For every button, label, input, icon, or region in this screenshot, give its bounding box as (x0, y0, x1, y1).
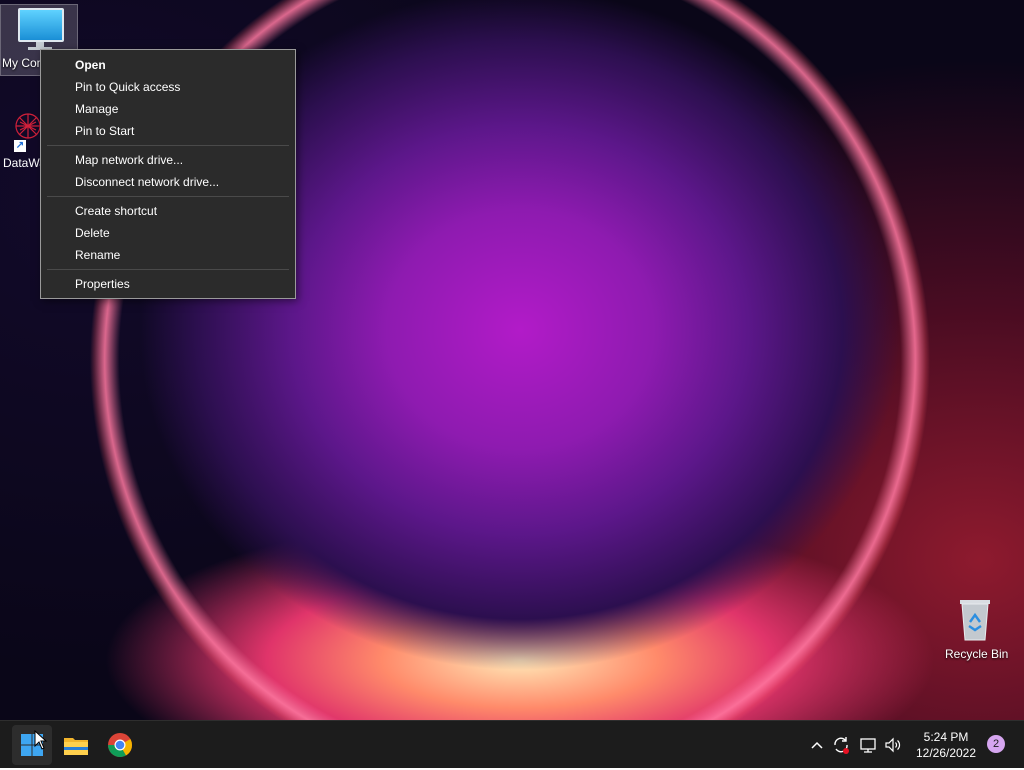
menu-item-pin-to-start[interactable]: Pin to Start (41, 120, 295, 142)
menu-separator (47, 269, 289, 270)
shortcut-arrow-icon: ↗ (14, 140, 26, 152)
folder-icon (64, 738, 88, 755)
clock[interactable]: 5:24 PM 12/26/2022 (908, 729, 984, 761)
sync-icon[interactable] (830, 734, 852, 756)
menu-item-disconnect-network-drive[interactable]: Disconnect network drive... (41, 171, 295, 193)
context-menu: Open Pin to Quick access Manage Pin to S… (40, 49, 296, 299)
taskbar: 5:24 PM 12/26/2022 2 (0, 720, 1024, 768)
chrome-button[interactable] (100, 725, 140, 765)
notification-badge[interactable]: 2 (987, 735, 1005, 753)
menu-item-manage[interactable]: Manage (41, 98, 295, 120)
menu-item-properties[interactable]: Properties (41, 273, 295, 295)
menu-item-open[interactable]: Open (41, 54, 295, 76)
menu-separator (47, 145, 289, 146)
menu-item-map-network-drive[interactable]: Map network drive... (41, 149, 295, 171)
menu-item-delete[interactable]: Delete (41, 222, 295, 244)
menu-item-pin-quick-access[interactable]: Pin to Quick access (41, 76, 295, 98)
clock-date: 12/26/2022 (915, 746, 977, 760)
monitor-icon (18, 8, 64, 42)
chevron-up-icon[interactable] (806, 734, 828, 756)
menu-item-rename[interactable]: Rename (41, 244, 295, 266)
recycle-bin-label: Recycle Bin (945, 647, 1009, 661)
recycle-bin-icon[interactable]: Recycle Bin (940, 596, 1012, 668)
chrome-icon (107, 733, 132, 758)
network-icon[interactable] (857, 734, 879, 756)
menu-separator (47, 196, 289, 197)
clock-time: 5:24 PM (923, 730, 969, 744)
menu-item-create-shortcut[interactable]: Create shortcut (41, 200, 295, 222)
mouse-cursor-icon (34, 730, 48, 750)
trash-bin-icon (960, 600, 990, 641)
volume-icon[interactable] (882, 734, 904, 756)
file-explorer-button[interactable] (56, 725, 96, 765)
